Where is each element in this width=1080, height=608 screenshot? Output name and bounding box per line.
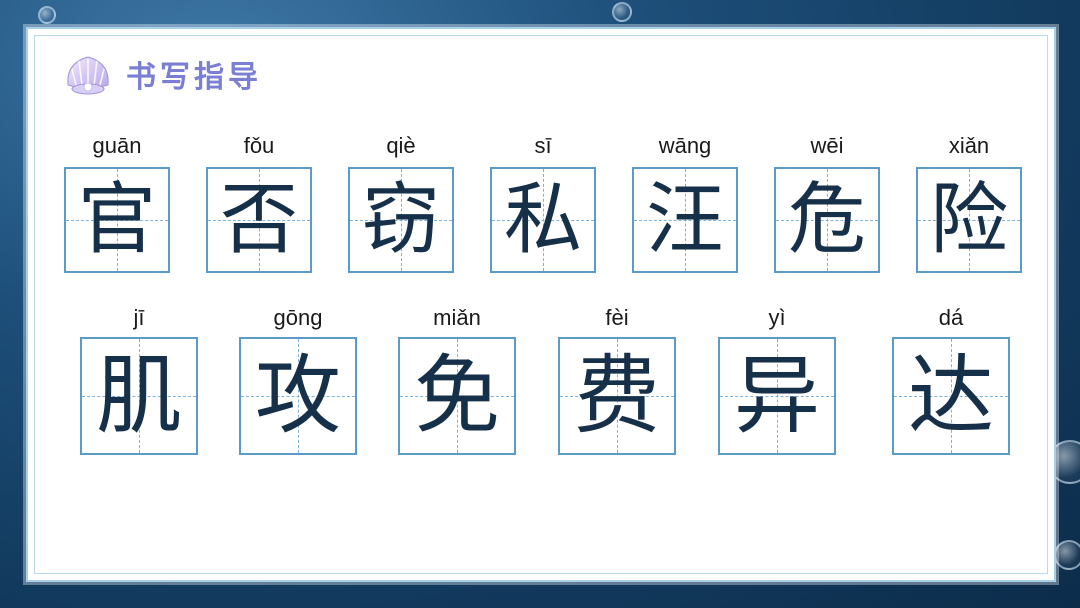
pinyin-label: qiè <box>386 133 416 158</box>
hanzi-character: 官 <box>77 175 156 265</box>
character-grid-box: 窃 <box>348 167 454 273</box>
hanzi-character: 汪 <box>645 175 724 265</box>
character-grid-box: 私 <box>490 167 596 273</box>
hanzi-character: 达 <box>908 346 994 446</box>
pinyin-label: xiǎn <box>948 133 990 158</box>
pinyin-label: dá <box>938 305 964 330</box>
hanzi-character: 私 <box>503 175 582 265</box>
pinyin-label: miǎn <box>433 305 481 330</box>
shell-icon <box>67 56 109 95</box>
pinyin-label: guān <box>92 133 142 158</box>
hanzi-character: 攻 <box>255 346 341 446</box>
page-title: 书写指导 <box>126 60 262 95</box>
hanzi-character: 危 <box>787 175 866 265</box>
character-grid-box: 肌 <box>80 337 198 455</box>
character-grid-box: 达 <box>892 337 1010 455</box>
hanzi-character: 异 <box>734 346 820 446</box>
pinyin-label: gōng <box>273 305 323 330</box>
pinyin-label: yì <box>768 305 786 330</box>
character-grid-box: 费 <box>558 337 676 455</box>
character-grid-box: 免 <box>398 337 516 455</box>
bubble-decoration <box>38 6 56 24</box>
hanzi-character: 肌 <box>96 346 182 446</box>
character-grid-box: 否 <box>206 167 312 273</box>
hanzi-character: 费 <box>574 346 660 446</box>
hanzi-character: 免 <box>414 346 500 446</box>
pinyin-label: wēi <box>810 133 844 158</box>
character-grid-box: 攻 <box>239 337 357 455</box>
title-bar: 书写指导 <box>62 51 262 97</box>
character-grid-box: 危 <box>774 167 880 273</box>
pinyin-label: jī <box>133 305 145 330</box>
character-grid-box: 官 <box>64 167 170 273</box>
writing-guide-card: 书写指导 guān 官 fǒu 否 qiè 窃 sī 私 wāng 汪 wēi 危 xiǎn 险 jī 肌 g… <box>26 27 1056 582</box>
hanzi-character: 否 <box>219 175 298 265</box>
character-grid-box: 汪 <box>632 167 738 273</box>
bubble-decoration <box>612 2 632 22</box>
hanzi-character: 窃 <box>361 175 440 265</box>
hanzi-character: 险 <box>929 175 1008 265</box>
bubble-decoration <box>1054 540 1080 570</box>
character-grid-box: 险 <box>916 167 1022 273</box>
character-grid-box: 异 <box>718 337 836 455</box>
pinyin-label: fèi <box>605 305 629 330</box>
pinyin-label: sī <box>534 133 552 158</box>
pinyin-label: fǒu <box>243 133 275 158</box>
pinyin-label: wāng <box>658 133 712 158</box>
